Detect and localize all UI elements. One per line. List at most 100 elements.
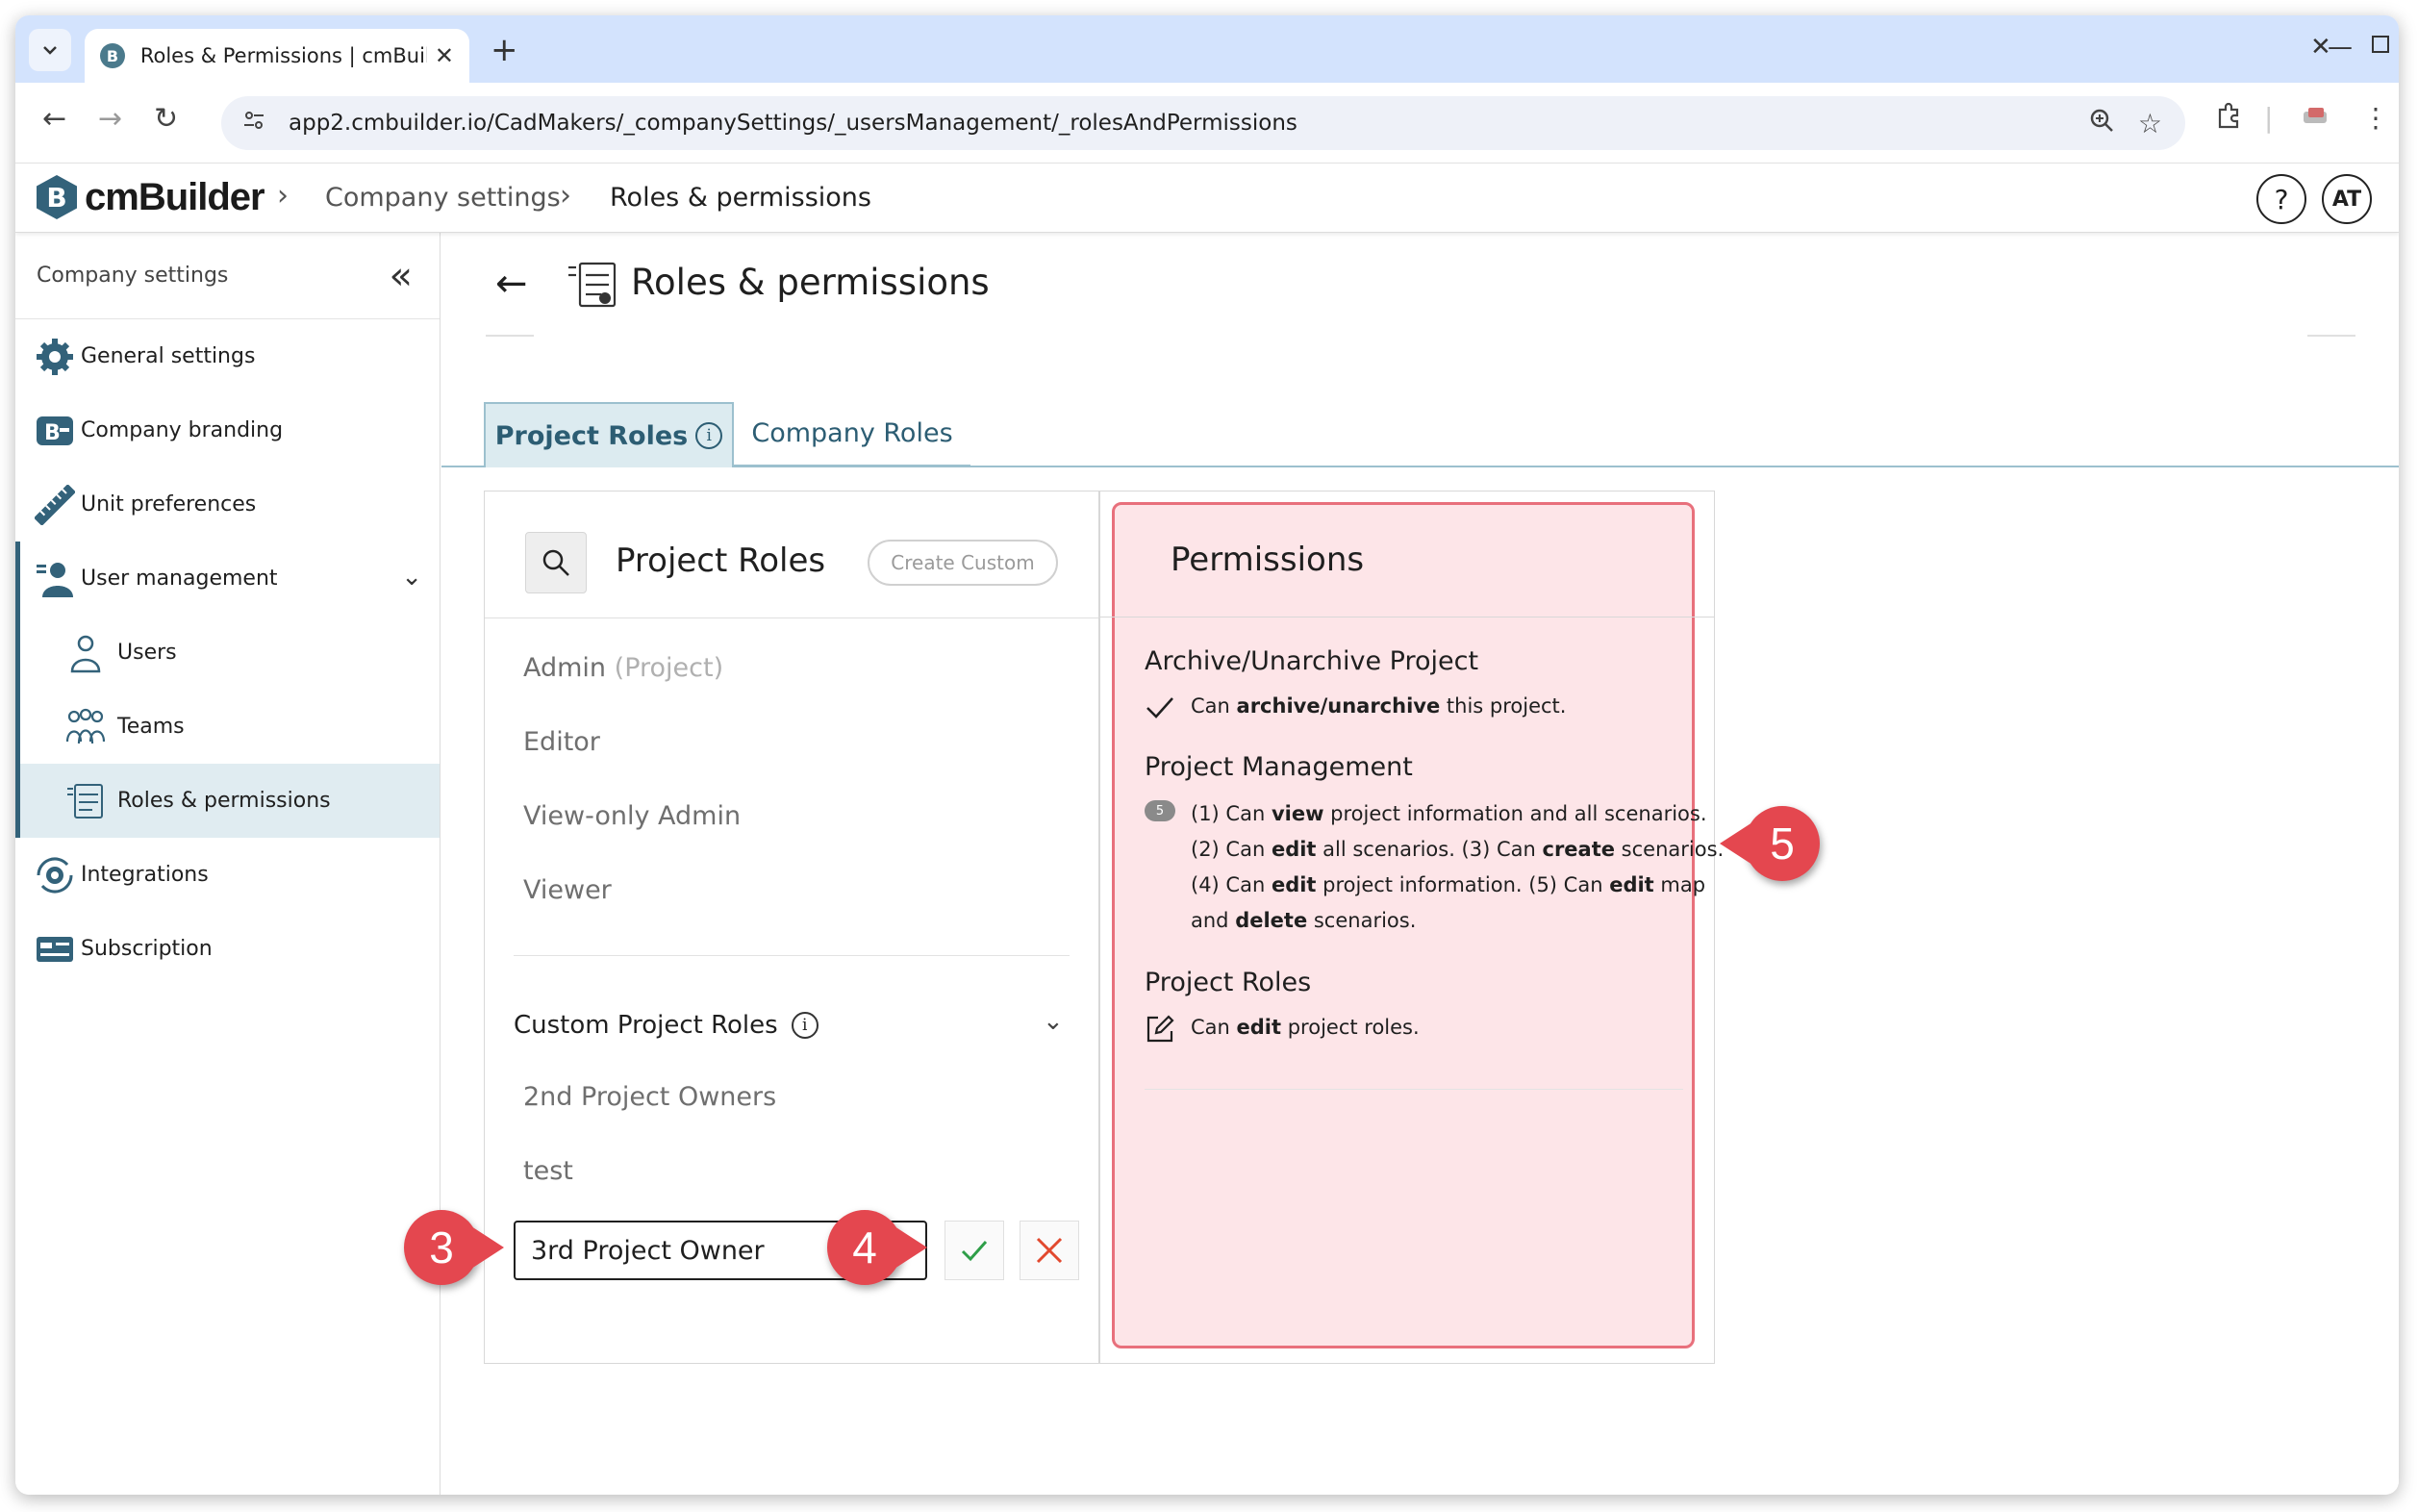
- cancel-button[interactable]: [1020, 1221, 1079, 1280]
- back-icon[interactable]: ←: [42, 102, 66, 136]
- reload-icon[interactable]: ↻: [154, 102, 178, 136]
- permission-section-title: Project Management: [1145, 752, 1413, 782]
- tab-label: Company Roles: [751, 418, 953, 448]
- forward-icon[interactable]: →: [98, 102, 122, 136]
- sidebar-item-label: User management: [81, 567, 278, 591]
- sidebar-group-user-management: User management ⌄ Users Teams Roles & pe…: [15, 542, 440, 838]
- maximize-icon[interactable]: [2370, 33, 2391, 62]
- custom-roles-title: Custom Project Roles: [514, 1011, 778, 1040]
- sidebar-item-user-management[interactable]: User management ⌄: [20, 542, 440, 616]
- tab-search-dropdown[interactable]: [29, 29, 71, 71]
- gear-icon: [37, 339, 73, 375]
- chevron-down-icon[interactable]: ⌄: [1043, 1007, 1064, 1036]
- project-roles-panel: Project Roles Create Custom Admin (Proje…: [484, 491, 1099, 1364]
- custom-role-item[interactable]: 2nd Project Owners: [523, 1082, 776, 1112]
- logo-mark-icon: B: [37, 175, 77, 219]
- tab-label: Project Roles: [494, 420, 689, 451]
- info-icon[interactable]: i: [791, 1012, 819, 1039]
- role-tabs: Project Roles i Company Roles: [441, 402, 2399, 467]
- sidebar-item-label: Company branding: [81, 418, 284, 442]
- back-arrow-icon[interactable]: ←: [495, 262, 528, 306]
- tab-company-roles[interactable]: Company Roles: [734, 402, 970, 467]
- browser-tab[interactable]: B Roles & Permissions | cmBuilder ✕: [85, 29, 469, 83]
- sidebar-item-teams[interactable]: Teams: [20, 690, 440, 764]
- divider: [486, 335, 534, 337]
- panel-title: Project Roles: [616, 542, 826, 580]
- sidebar-item-label: Teams: [117, 715, 185, 739]
- sidebar-item-label: Subscription: [81, 937, 213, 961]
- site-settings-icon[interactable]: [242, 109, 267, 138]
- role-item-editor[interactable]: Editor: [523, 727, 600, 757]
- confirm-button[interactable]: [945, 1221, 1004, 1280]
- info-icon[interactable]: i: [695, 422, 723, 449]
- more-menu-icon[interactable]: ⋮: [2362, 102, 2389, 134]
- permission-section-title: Archive/Unarchive Project: [1145, 646, 1479, 676]
- sidebar: Company settings « General settings B Co…: [15, 233, 441, 1495]
- sidebar-item-unit-preferences[interactable]: Unit preferences: [15, 467, 440, 542]
- main-content: ← Roles & permissions Project Roles i Co…: [441, 233, 2399, 1495]
- profile-extension-icon[interactable]: [2301, 102, 2330, 138]
- sidebar-header: Company settings «: [15, 233, 440, 319]
- sidebar-item-roles-permissions[interactable]: Roles & permissions: [20, 764, 440, 838]
- search-button[interactable]: [525, 532, 587, 593]
- new-tab-icon[interactable]: +: [491, 31, 518, 69]
- close-icon: [1036, 1237, 1063, 1264]
- breadcrumb-roles-permissions: Roles & permissions: [610, 183, 871, 213]
- role-item-admin[interactable]: Admin (Project): [523, 653, 723, 683]
- sidebar-item-integrations[interactable]: Integrations: [15, 838, 440, 912]
- role-name: Admin: [523, 653, 607, 683]
- extensions-icon[interactable]: [2214, 102, 2243, 138]
- permission-line: and delete scenarios.: [1191, 909, 1417, 932]
- roles-icon: [568, 262, 617, 308]
- sidebar-item-label: General settings: [81, 344, 256, 368]
- chevron-down-icon: [43, 46, 57, 55]
- sidebar-item-label: Unit preferences: [81, 492, 257, 517]
- svg-text:B: B: [44, 421, 61, 445]
- favicon-icon: B: [100, 43, 125, 68]
- breadcrumb-company-settings[interactable]: Company settings: [325, 183, 561, 213]
- tab-strip: B Roles & Permissions | cmBuilder ✕ + —: [15, 15, 2399, 83]
- checkmark-icon: [1146, 697, 1173, 718]
- avatar[interactable]: AT: [2322, 174, 2372, 224]
- app-header: B cmBuilder › Company settings › Roles &…: [15, 164, 2399, 233]
- tab-project-roles[interactable]: Project Roles i: [484, 402, 734, 467]
- toolbar-divider: |: [2264, 102, 2274, 134]
- role-item-viewer[interactable]: Viewer: [523, 875, 612, 905]
- url-text[interactable]: app2.cmbuilder.io/CadMakers/_companySett…: [289, 111, 1297, 136]
- edit-icon: [1146, 1015, 1174, 1043]
- divider: [1145, 1089, 1683, 1090]
- search-icon: [542, 549, 569, 576]
- custom-role-item[interactable]: test: [523, 1156, 573, 1186]
- user-management-icon: [37, 563, 73, 597]
- permission-line: (4) Can edit project information. (5) Ca…: [1191, 873, 1706, 896]
- help-button[interactable]: ?: [2256, 174, 2306, 224]
- window-close-icon[interactable]: ✕: [2310, 33, 2331, 62]
- minimize-icon[interactable]: —: [2328, 33, 2353, 62]
- custom-roles-header[interactable]: Custom Project Roles i: [514, 1011, 819, 1040]
- role-scope: (Project): [614, 653, 724, 683]
- sidebar-item-company-branding[interactable]: B Company branding: [15, 393, 440, 467]
- zoom-icon[interactable]: [2089, 108, 2114, 139]
- tab-title: Roles & Permissions | cmBuilder: [139, 44, 427, 67]
- collapse-sidebar-icon[interactable]: «: [390, 254, 413, 298]
- cmbuilder-logo[interactable]: B cmBuilder: [37, 175, 265, 219]
- sidebar-item-users[interactable]: Users: [20, 616, 440, 690]
- subscription-icon: [37, 937, 73, 962]
- bookmark-star-icon[interactable]: ☆: [2138, 108, 2162, 139]
- permission-count-badge: 5: [1145, 800, 1175, 821]
- user-icon: [70, 635, 101, 673]
- permission-section-title: Project Roles: [1145, 968, 1312, 997]
- sidebar-item-general-settings[interactable]: General settings: [15, 319, 440, 393]
- callout-5: 5: [1720, 806, 1820, 881]
- browser-window: B Roles & Permissions | cmBuilder ✕ + — …: [15, 15, 2399, 1495]
- create-custom-button[interactable]: Create Custom: [868, 540, 1058, 586]
- sidebar-item-label: Users: [117, 641, 177, 665]
- role-item-view-only-admin[interactable]: View-only Admin: [523, 801, 741, 831]
- close-tab-icon[interactable]: ✕: [435, 42, 454, 69]
- permission-line: Can archive/unarchive this project.: [1191, 694, 1567, 718]
- browser-toolbar: ← → ↻ app2.cmbuilder.io/CadMakers/_compa…: [15, 83, 2399, 164]
- address-bar[interactable]: app2.cmbuilder.io/CadMakers/_companySett…: [221, 96, 2185, 150]
- callout-4: 4: [827, 1210, 927, 1285]
- sidebar-item-subscription[interactable]: Subscription: [15, 912, 440, 986]
- chevron-down-icon[interactable]: ⌄: [401, 563, 422, 592]
